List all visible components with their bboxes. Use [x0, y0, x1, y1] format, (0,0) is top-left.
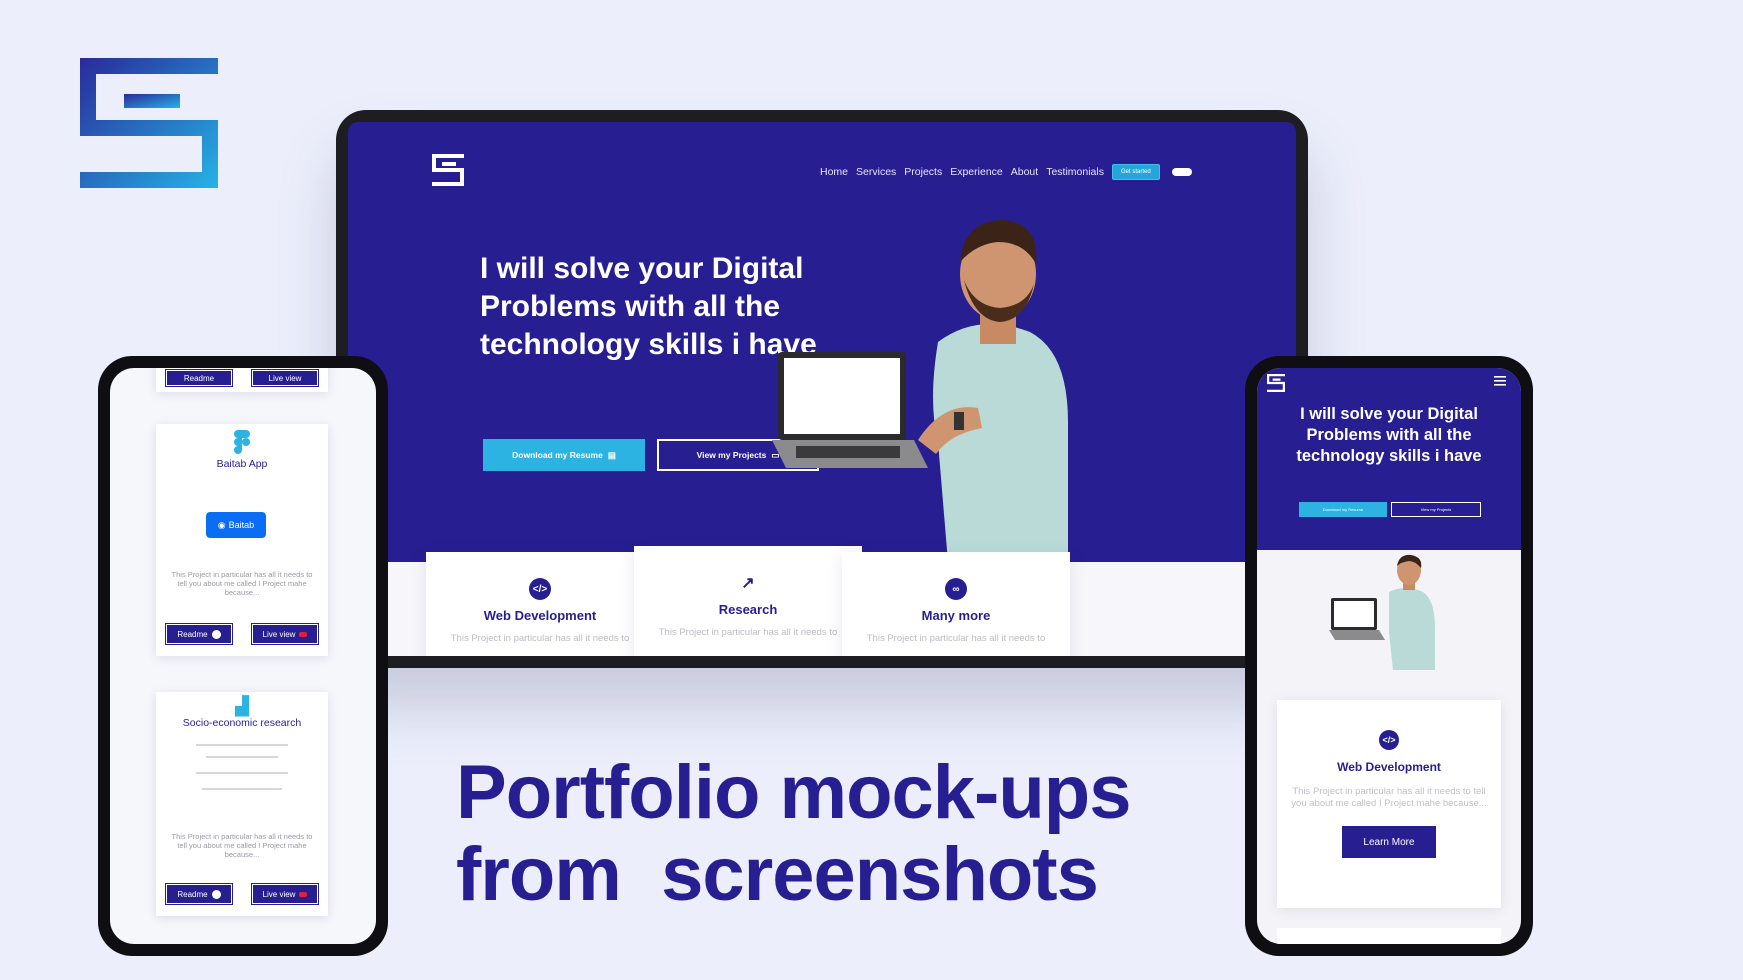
nav-services[interactable]: Services [856, 166, 896, 178]
project-title: Baitab App [216, 458, 268, 470]
service-card-more[interactable]: ∞ Many more This Project in particular h… [842, 552, 1070, 656]
infinity-icon: ∞ [945, 578, 967, 600]
project-card-partial: Readme Live view [156, 368, 328, 392]
mobile-hero: I will solve your Digital Problems with … [1257, 368, 1521, 550]
document-icon: ▤ [607, 449, 616, 460]
nav-experience[interactable]: Experience [950, 166, 1003, 178]
nav-testimonials[interactable]: Testimonials [1046, 166, 1104, 178]
theme-toggle[interactable] [1171, 168, 1192, 176]
site-logo[interactable] [1267, 374, 1285, 392]
project-desc: This Project in particular has all it ne… [171, 570, 313, 597]
download-resume-label: Download my Resume [512, 450, 603, 460]
nav-home[interactable]: Home [820, 166, 848, 178]
service-desc: This Project in particular has all it ne… [450, 633, 630, 644]
project-card-research[interactable]: ▟ Socio-economic research This Project i… [156, 692, 328, 916]
desktop-screen: Home Services Projects Experience About … [348, 122, 1296, 656]
live-view-button[interactable]: Live view [251, 369, 319, 387]
mobile-hero-person-image [1329, 554, 1435, 670]
readme-button[interactable]: Readme [165, 369, 233, 387]
service-title: Web Development [483, 608, 597, 623]
live-view-button[interactable]: Live view [251, 883, 319, 905]
phone-left-screen: Readme Live view Baitab App ◉ Baitab Thi… [110, 368, 376, 944]
service-desc: This Project in particular has all it ne… [866, 633, 1046, 644]
download-resume-button[interactable]: Download my Resume ▤ [483, 439, 645, 471]
view-projects-button[interactable]: View my Projects [1391, 502, 1481, 517]
nav-about[interactable]: About [1011, 166, 1038, 178]
mobile-service-title: Web Development [1337, 760, 1441, 774]
mobile-service-desc: This Project in particular has all it ne… [1291, 786, 1487, 809]
research-figure [196, 744, 288, 810]
mobile-service-card[interactable]: </> Web Development This Project in part… [1277, 700, 1501, 908]
youtube-icon [299, 891, 308, 897]
readme-button[interactable]: Readme [165, 883, 233, 905]
project-card-baitab[interactable]: Baitab App ◉ Baitab This Project in part… [156, 424, 328, 656]
download-resume-button[interactable]: Download my Resume [1299, 502, 1387, 517]
readme-label: Readme [177, 629, 208, 639]
github-icon [211, 629, 221, 639]
live-view-button[interactable]: Live view [251, 623, 319, 645]
headline: Portfolio mock-ups from screenshots [456, 752, 1256, 916]
site-nav: Home Services Projects Experience About … [820, 164, 1192, 180]
live-view-label: Live view [262, 889, 296, 899]
service-title: Research [718, 602, 778, 617]
github-icon [211, 889, 221, 899]
youtube-icon [299, 631, 308, 637]
code-icon: </> [1379, 730, 1399, 750]
project-desc: This Project in particular has all it ne… [171, 832, 313, 859]
app-icon: ◉ [217, 519, 226, 530]
live-view-label: Live view [262, 629, 296, 639]
readme-button[interactable]: Readme [165, 623, 233, 645]
service-desc: This Project in particular has all it ne… [658, 627, 838, 638]
service-card-web[interactable]: </> Web Development This Project in part… [426, 552, 654, 656]
hero-person-image [772, 220, 1068, 562]
chart-icon: ↗ [741, 575, 755, 592]
service-title: Many more [921, 608, 991, 623]
mobile-next-card [1277, 928, 1501, 944]
site-logo[interactable] [432, 154, 464, 186]
baitab-badge: ◉ Baitab [206, 512, 266, 538]
readme-label: Readme [183, 373, 215, 383]
service-card-research[interactable]: ↗ Research This Project in particular ha… [634, 546, 862, 656]
nav-projects[interactable]: Projects [904, 166, 942, 178]
figma-icon [234, 430, 250, 454]
phone-right-screen: I will solve your Digital Problems with … [1257, 368, 1521, 944]
get-started-button[interactable]: Get started [1111, 164, 1160, 180]
headline-line-1: Portfolio mock-ups [456, 750, 1131, 835]
readme-label: Readme [177, 889, 208, 899]
learn-more-button[interactable]: Learn More [1342, 826, 1436, 858]
code-icon: </> [529, 578, 551, 600]
chart-icon: ▟ [235, 696, 249, 716]
hamburger-menu-icon[interactable] [1493, 374, 1507, 388]
live-view-label: Live view [268, 373, 302, 383]
headline-line-2: from screenshots [456, 832, 1099, 917]
baitab-label: Baitab [228, 520, 255, 530]
mobile-hero-title: I will solve your Digital Problems with … [1296, 405, 1482, 465]
brand-logo [80, 58, 218, 188]
project-title: Socio-economic research [182, 717, 302, 729]
view-projects-label: View my Projects [696, 450, 767, 460]
